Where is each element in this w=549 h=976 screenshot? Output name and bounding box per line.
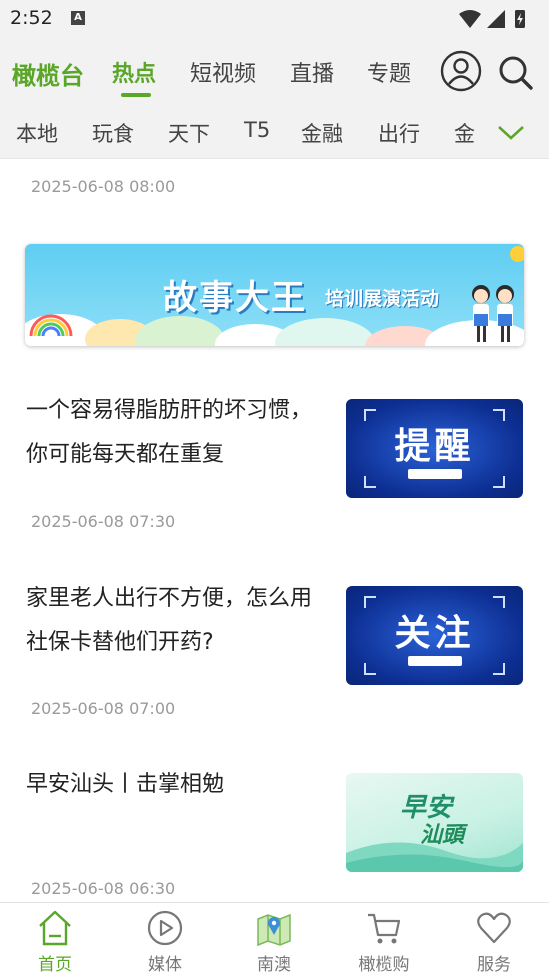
category-partial[interactable]: 金 bbox=[454, 118, 475, 148]
article-title[interactable]: 家里老人出行不方便，怎么用社保卡替他们开药? bbox=[26, 577, 326, 665]
category-bar: 本地 玩食 天下 T5 金融 出行 金 bbox=[0, 104, 549, 159]
nav-home[interactable]: 首页 bbox=[0, 903, 110, 976]
tab-short-video[interactable]: 短视频 bbox=[190, 56, 256, 88]
nav-label: 橄榄购 bbox=[358, 955, 410, 975]
home-icon bbox=[39, 910, 71, 946]
play-circle-icon bbox=[147, 910, 183, 946]
sun-icon bbox=[510, 246, 524, 262]
tab-live[interactable]: 直播 bbox=[290, 56, 334, 88]
brand-logo[interactable]: 橄榄台 bbox=[12, 56, 84, 91]
category-travel[interactable]: 出行 bbox=[378, 118, 420, 148]
rainbow-icon bbox=[29, 314, 73, 337]
chevron-down-icon[interactable] bbox=[496, 120, 526, 144]
thumbnail-text: 关注 bbox=[394, 613, 475, 654]
wave-decoration-icon bbox=[346, 842, 523, 872]
thumbnail-text: 提醒 bbox=[394, 426, 475, 467]
nav-nanao[interactable]: 南澳 bbox=[219, 903, 329, 976]
search-icon[interactable] bbox=[494, 51, 538, 95]
status-bar: 2:52 A bbox=[0, 0, 549, 38]
status-time: 2:52 bbox=[10, 7, 53, 29]
nav-media[interactable]: 媒体 bbox=[110, 903, 220, 976]
children-illustration-icon bbox=[472, 285, 514, 342]
heart-icon bbox=[477, 912, 511, 944]
notification-icon: A bbox=[71, 11, 85, 25]
article-thumbnail[interactable]: 早安 汕頭 bbox=[346, 773, 523, 872]
article-thumbnail[interactable]: 关注 bbox=[346, 586, 523, 685]
article-date: 2025-06-08 07:00 bbox=[31, 699, 176, 718]
user-icon[interactable] bbox=[439, 49, 483, 93]
nav-label: 南澳 bbox=[257, 955, 291, 975]
banner-title: 故事大王 bbox=[163, 278, 307, 318]
banner-subtitle: 培训展演活动 bbox=[325, 288, 440, 310]
category-t5[interactable]: T5 bbox=[244, 118, 270, 142]
nav-label: 服务 bbox=[477, 955, 511, 975]
article-date: 2025-06-08 08:00 bbox=[31, 177, 176, 196]
signal-icon bbox=[487, 10, 505, 28]
nav-service[interactable]: 服务 bbox=[439, 903, 549, 976]
system-status-icons bbox=[459, 10, 525, 28]
category-world[interactable]: 天下 bbox=[168, 118, 210, 148]
article-thumbnail[interactable]: 提醒 bbox=[346, 399, 523, 498]
station-logo-icon bbox=[408, 469, 462, 479]
article-date: 2025-06-08 07:30 bbox=[31, 512, 176, 531]
category-finance[interactable]: 金融 bbox=[301, 118, 343, 148]
cart-icon bbox=[368, 913, 401, 944]
article-title[interactable]: 早安汕头丨击掌相勉 bbox=[26, 763, 326, 807]
wifi-icon bbox=[459, 10, 481, 28]
tab-hot[interactable]: 热点 bbox=[112, 56, 156, 88]
news-feed[interactable]: 2025-06-08 08:00 故事大王 培训展演活动 一个容易得脂肪肝的坏习… bbox=[0, 159, 549, 902]
promo-banner[interactable]: 故事大王 培训展演活动 bbox=[25, 244, 524, 346]
article-date: 2025-06-08 06:30 bbox=[31, 879, 176, 898]
map-icon bbox=[257, 913, 291, 947]
category-local[interactable]: 本地 bbox=[16, 118, 58, 148]
category-food[interactable]: 玩食 bbox=[92, 118, 134, 148]
nav-shop[interactable]: 橄榄购 bbox=[329, 903, 439, 976]
nav-label: 媒体 bbox=[148, 955, 182, 975]
article-title[interactable]: 一个容易得脂肪肝的坏习惯，你可能每天都在重复 bbox=[26, 389, 326, 477]
station-logo-icon bbox=[408, 656, 462, 666]
tab-topics[interactable]: 专题 bbox=[367, 56, 411, 88]
bottom-navigation: 首页 媒体 南澳 橄榄购 服务 bbox=[0, 902, 549, 976]
nav-label: 首页 bbox=[38, 955, 72, 975]
top-navigation: 橄榄台 热点 短视频 直播 专题 bbox=[0, 38, 549, 104]
active-tab-indicator bbox=[121, 93, 151, 97]
